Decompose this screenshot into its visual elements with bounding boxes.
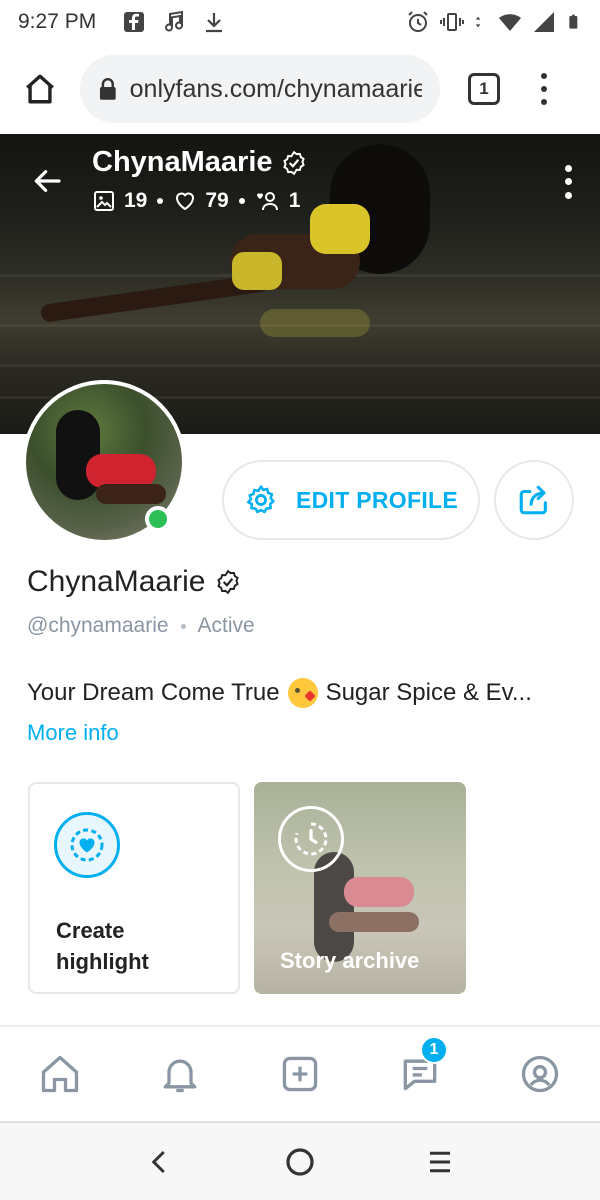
online-status-dot [145, 506, 171, 532]
status-bar: 9:27 PM [0, 0, 600, 44]
system-navigation [0, 1121, 600, 1200]
download-icon [206, 13, 223, 33]
signal-icon [534, 12, 554, 32]
music-note-icon [165, 10, 184, 32]
create-highlight-label-2: highlight [56, 949, 149, 974]
create-highlight-card[interactable]: Create highlight [28, 782, 240, 994]
wifi-icon [499, 14, 521, 31]
cover-titles: ChynaMaarie 19 79 1 [92, 146, 307, 213]
status-left-icons [122, 10, 226, 34]
lock-icon [99, 78, 116, 100]
edit-profile-button[interactable]: EDIT PROFILE [222, 460, 480, 540]
alarm-icon [408, 11, 428, 32]
nav-profile[interactable] [510, 1044, 570, 1104]
home-icon [41, 1055, 79, 1093]
system-home-button[interactable] [275, 1137, 325, 1187]
handle-row: @chynamaarie Active [27, 614, 255, 638]
profile-name-row: ChynaMaarie [27, 565, 241, 599]
messages-badge: 1 [420, 1036, 448, 1064]
highlight-heart-icon [54, 812, 120, 878]
create-highlight-label-1: Create [56, 918, 125, 943]
user-circle-icon [521, 1055, 559, 1093]
address-bar[interactable]: onlyfans.com/chynamaarie [80, 55, 440, 123]
edit-profile-label: EDIT PROFILE [295, 486, 459, 513]
nav-messages[interactable]: 1 [390, 1036, 450, 1104]
photos-count: 19 [124, 189, 148, 212]
arrow-left-icon [34, 170, 61, 192]
likes-count: 79 [205, 189, 229, 212]
plus-square-icon [282, 1056, 318, 1092]
profile-handle: @chynamaarie [27, 614, 169, 637]
more-info-link[interactable]: More info [27, 720, 119, 746]
verified-icon [217, 569, 240, 595]
fans-icon [256, 192, 278, 211]
status-right-icons [406, 10, 582, 34]
bio-text-start: Your Dream Come True [27, 679, 280, 706]
active-status: Active [197, 614, 255, 637]
kiss-emoji-icon [287, 678, 318, 708]
share-button[interactable] [494, 460, 574, 540]
verified-icon [282, 150, 305, 175]
bio-text-end: Sugar Spice & Ev... [325, 679, 532, 706]
bottom-navigation: 1 [0, 1025, 600, 1121]
cover-profile-name: ChynaMaarie [92, 146, 273, 178]
home-icon [26, 74, 54, 104]
back-button[interactable] [22, 156, 72, 206]
battery-icon [569, 14, 578, 29]
cover-header: ChynaMaarie 19 79 1 [0, 134, 600, 224]
story-archive-label: Story archive [280, 948, 420, 973]
facebook-icon [124, 12, 145, 32]
circle-home-icon [286, 1147, 314, 1176]
data-arrows-icon [475, 16, 481, 28]
nav-home[interactable] [30, 1044, 90, 1104]
nav-notifications[interactable] [150, 1044, 210, 1104]
menu-lines-icon [430, 1151, 450, 1172]
fans-count: 1 [288, 189, 301, 212]
status-time: 9:27 PM [18, 10, 97, 33]
browser-home-button[interactable] [14, 63, 66, 115]
heart-icon [176, 192, 195, 211]
profile-name: ChynaMaarie [27, 565, 206, 598]
image-icon [94, 191, 114, 211]
archive-clock-icon [278, 806, 344, 872]
url-text: onlyfans.com/chynamaarie [129, 74, 422, 103]
story-archive-card[interactable]: Story archive [254, 782, 466, 994]
browser-toolbar: onlyfans.com/chynamaarie 1 [0, 44, 600, 134]
bell-icon [163, 1059, 197, 1093]
nav-new-post[interactable] [270, 1044, 330, 1104]
cover-stats: 19 79 1 [92, 189, 307, 213]
tab-switcher-button[interactable]: 1 [468, 73, 500, 105]
chevron-left-icon [151, 1150, 165, 1173]
share-icon [519, 485, 547, 515]
vibrate-icon [440, 13, 464, 31]
profile-bio: Your Dream Come True Sugar Spice & Ev... [27, 678, 577, 708]
cover-more-button[interactable] [558, 162, 578, 202]
browser-menu-button[interactable] [534, 69, 554, 109]
gear-icon [246, 485, 275, 514]
system-back-button[interactable] [135, 1137, 185, 1187]
system-recents-button[interactable] [415, 1137, 465, 1187]
